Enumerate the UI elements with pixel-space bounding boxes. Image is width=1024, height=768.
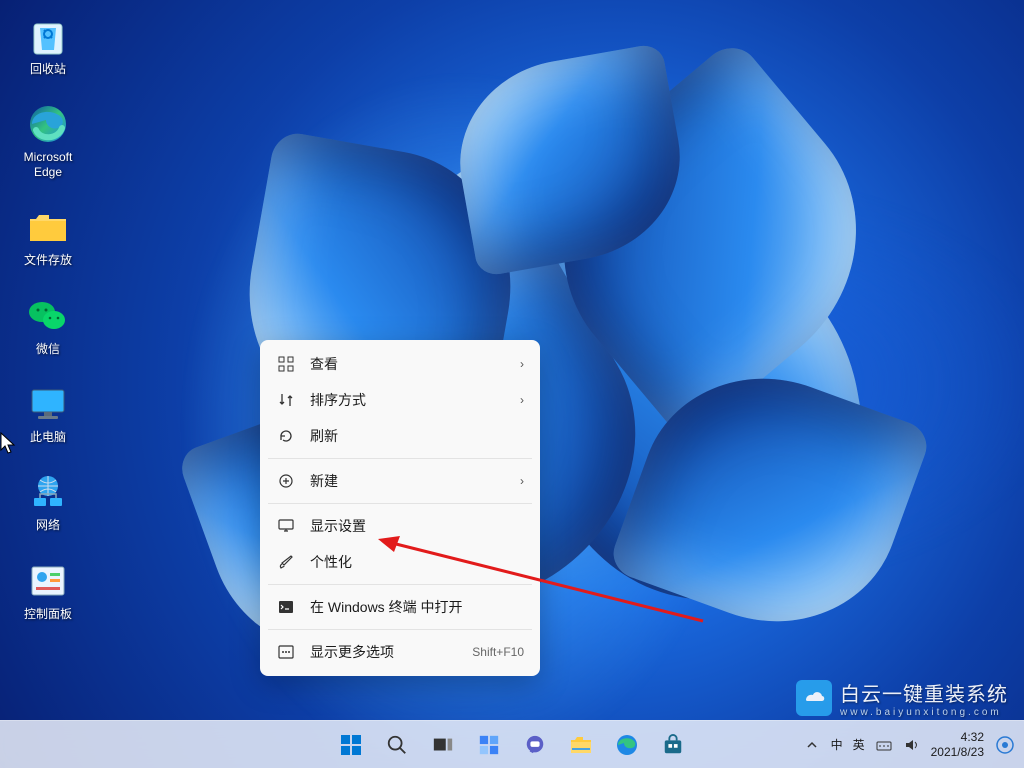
grid-icon [276,354,296,374]
display-icon [276,516,296,536]
watermark: 白云一键重装系统 www.baiyunxitong.com [796,678,1008,718]
context-menu-separator [268,503,532,504]
ime-indicator-2[interactable]: 英 [853,736,865,753]
context-menu-separator [268,458,532,459]
chevron-right-icon: › [520,357,524,371]
taskbar: 中 英 4:32 2021/8/23 [0,720,1024,768]
context-menu-view[interactable]: 查看 › [266,346,534,382]
desktop-icon-this-pc[interactable]: 此电脑 [10,378,86,448]
watermark-logo-icon [796,680,832,716]
clock-time: 4:32 [931,730,984,744]
taskbar-clock[interactable]: 4:32 2021/8/23 [931,730,984,759]
more-icon [276,642,296,662]
ime-indicator-1[interactable]: 中 [831,736,843,753]
context-menu-sort[interactable]: 排序方式 › [266,382,534,418]
context-menu-personalize[interactable]: 个性化 [266,544,534,580]
context-menu-label: 显示设置 [310,516,524,536]
volume-tray-icon[interactable] [903,736,921,754]
context-menu-show-more[interactable]: 显示更多选项 Shift+F10 [266,634,534,670]
chevron-right-icon: › [520,393,524,407]
widgets-button[interactable] [469,725,509,765]
context-menu-separator [268,629,532,630]
taskview-button[interactable] [423,725,463,765]
network-tray-icon[interactable] [875,736,893,754]
desktop-icon-label: Microsoft Edge [10,150,86,179]
context-menu-open-terminal[interactable]: 在 Windows 终端 中打开 [266,589,534,625]
context-menu-separator [268,584,532,585]
system-tray: 中 英 4:32 2021/8/23 [803,721,1016,768]
desktop-icon-edge[interactable]: Microsoft Edge [10,98,86,183]
wechat-icon [26,294,70,338]
context-menu-shortcut: Shift+F10 [472,645,524,659]
brush-icon [276,552,296,572]
chevron-right-icon: › [520,474,524,488]
desktop-icon-folder-files[interactable]: 文件存放 [10,201,86,271]
recycle-bin-icon [26,14,70,58]
refresh-icon [276,426,296,446]
context-menu-label: 新建 [310,471,520,491]
chat-button[interactable] [515,725,555,765]
desktop[interactable]: 回收站 Microsoft Edge [0,0,1024,768]
context-menu-display-settings[interactable]: 显示设置 [266,508,534,544]
network-icon [26,470,70,514]
plus-circle-icon [276,471,296,491]
desktop-icon-label: 微信 [36,342,60,356]
desktop-icon-control-panel[interactable]: 控制面板 [10,555,86,625]
control-panel-icon [26,559,70,603]
sort-icon [276,390,296,410]
desktop-icon-label: 控制面板 [24,607,72,621]
desktop-context-menu: 查看 › 排序方式 › 刷新 新建 › [260,340,540,676]
store-button[interactable] [653,725,693,765]
context-menu-label: 查看 [310,354,520,374]
desktop-icon-wechat[interactable]: 微信 [10,290,86,360]
desktop-icon-recycle-bin[interactable]: 回收站 [10,10,86,80]
context-menu-new[interactable]: 新建 › [266,463,534,499]
context-menu-label: 个性化 [310,552,524,572]
watermark-title: 白云一键重装系统 [840,678,1008,707]
context-menu-label: 显示更多选项 [310,642,472,662]
folder-icon [26,205,70,249]
desktop-icon-label: 回收站 [30,62,66,76]
context-menu-label: 排序方式 [310,390,520,410]
tray-chevron-up-icon[interactable] [803,736,821,754]
edge-icon [26,102,70,146]
explorer-button[interactable] [561,725,601,765]
context-menu-label: 在 Windows 终端 中打开 [310,597,524,617]
watermark-url: www.baiyunxitong.com [840,707,1008,718]
notifications-tray-icon[interactable] [994,736,1016,754]
clock-date: 2021/8/23 [931,745,984,759]
context-menu-refresh[interactable]: 刷新 [266,418,534,454]
start-button[interactable] [331,725,371,765]
search-button[interactable] [377,725,417,765]
this-pc-icon [26,382,70,426]
desktop-icons-column: 回收站 Microsoft Edge [10,10,86,625]
edge-taskbar-button[interactable] [607,725,647,765]
context-menu-label: 刷新 [310,426,524,446]
taskbar-center [331,725,693,765]
desktop-icon-network[interactable]: 网络 [10,466,86,536]
desktop-icon-label: 文件存放 [24,253,72,267]
terminal-icon [276,597,296,617]
desktop-icon-label: 网络 [36,518,60,532]
desktop-icon-label: 此电脑 [30,430,66,444]
